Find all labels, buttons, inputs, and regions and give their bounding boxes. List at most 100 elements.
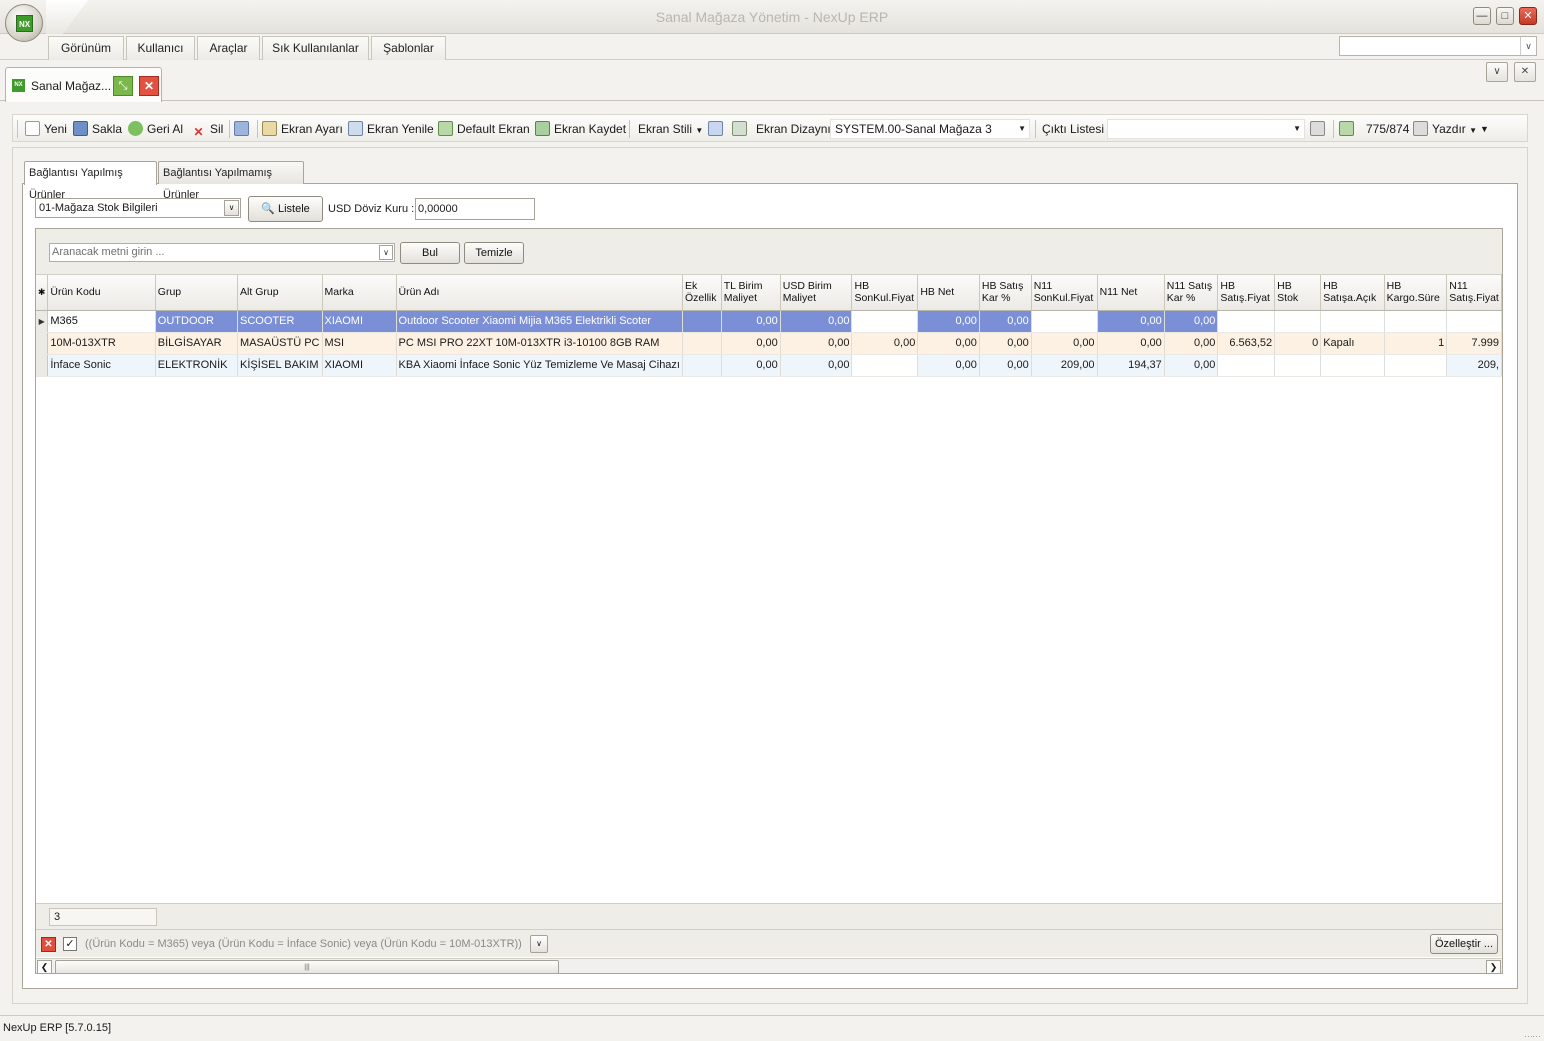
cell-hb-margin[interactable]: 0,00	[979, 354, 1032, 377]
cell-n11-net[interactable]: 0,00	[1097, 310, 1165, 333]
new-button[interactable]: Yeni	[25, 121, 67, 137]
horizontal-scrollbar[interactable]: ❮ ||| ❯	[36, 958, 1502, 973]
cell-group[interactable]: BİLGİSAYAR	[155, 332, 239, 355]
cell-hb-stock[interactable]	[1274, 310, 1322, 333]
table-row[interactable]: İnface Sonic ELEKTRONİK KİŞİSEL BAKIM XI…	[36, 354, 1502, 377]
col-header[interactable]: HB Stok	[1274, 275, 1322, 311]
undo-button[interactable]: Geri Al	[128, 121, 183, 137]
cell-n11-net[interactable]: 0,00	[1097, 332, 1165, 355]
cell-brand[interactable]: XIAOMI	[322, 354, 397, 377]
menu-sik-kullanilanlar[interactable]: Sık Kullanılanlar	[262, 36, 369, 60]
cell-group[interactable]: OUTDOOR	[155, 310, 239, 333]
row-indicator[interactable]	[36, 354, 49, 377]
cell-n11-last-price[interactable]: 209,00	[1031, 354, 1098, 377]
cell-extra[interactable]	[682, 354, 722, 377]
cell-n11-last-price[interactable]	[1031, 310, 1098, 333]
screen-design-combo[interactable]: SYSTEM.00-Sanal Mağaza 3 ▼	[830, 119, 1030, 139]
cell-code[interactable]: İnface Sonic	[47, 354, 156, 377]
col-header[interactable]: Ek Özellik	[682, 275, 722, 311]
tab-unlinked-products[interactable]: Bağlantısı Yapılmamış Ürünler	[158, 161, 304, 201]
col-header[interactable]: N11 Satış.Fiyat	[1446, 275, 1502, 311]
cell-n11-margin[interactable]: 0,00	[1164, 354, 1219, 377]
col-header[interactable]: USD Birim Maliyet	[780, 275, 853, 311]
menu-sablonlar[interactable]: Şablonlar	[371, 36, 446, 60]
cell-hb-stock[interactable]: 0	[1274, 332, 1322, 355]
cell-hb-price[interactable]: 6.563,52	[1217, 332, 1276, 355]
cell-tl-cost[interactable]: 0,00	[721, 354, 781, 377]
clear-filter-icon[interactable]: ✕	[41, 937, 56, 952]
minimize-button[interactable]: —	[1473, 7, 1491, 25]
cell-extra[interactable]	[682, 332, 722, 355]
menu-kullanici[interactable]: Kullanıcı	[126, 36, 195, 60]
col-header[interactable]: Ürün Adı	[396, 275, 683, 311]
find-input[interactable]: Aranacak metni girin ... ∨	[49, 243, 395, 262]
cell-n11-margin[interactable]: 0,00	[1164, 332, 1219, 355]
cell-hb-open[interactable]	[1320, 354, 1385, 377]
cell-n11-price[interactable]: 7.999	[1446, 332, 1502, 355]
menu-gorunum[interactable]: Görünüm	[48, 36, 124, 60]
cell-code[interactable]: M365	[47, 310, 156, 333]
col-header[interactable]: HB Kargo.Süre	[1384, 275, 1448, 311]
close-document-button[interactable]: ✕	[1514, 62, 1536, 82]
col-header[interactable]: TL Birim Maliyet	[721, 275, 781, 311]
navigate-button[interactable]	[1339, 121, 1358, 137]
chevron-down-icon[interactable]: ∨	[224, 200, 239, 216]
menu-araclar[interactable]: Araçlar	[197, 36, 260, 60]
row-indicator-icon[interactable]: ▶	[36, 310, 49, 333]
col-header[interactable]: N11 SonKul.Fiyat	[1031, 275, 1098, 311]
cell-n11-price[interactable]: 209,	[1446, 354, 1502, 377]
cell-group[interactable]: ELEKTRONİK	[155, 354, 239, 377]
scroll-thumb[interactable]: |||	[55, 960, 559, 973]
cell-usd-cost[interactable]: 0,00	[780, 354, 853, 377]
filter-enabled-checkbox[interactable]: ✓	[63, 937, 77, 951]
output-list-combo[interactable]: ▼	[1107, 119, 1305, 139]
cell-subgroup[interactable]: KİŞİSEL BAKIM	[237, 354, 323, 377]
col-header[interactable]: HB SonKul.Fiyat	[851, 275, 919, 311]
cell-hb-net[interactable]: 0,00	[917, 332, 980, 355]
maximize-button[interactable]: □	[1496, 7, 1514, 25]
cell-hb-cargo[interactable]	[1384, 354, 1448, 377]
screen-save-button[interactable]: Ekran Kaydet	[535, 121, 626, 137]
cell-code[interactable]: 10M-013XTR	[47, 332, 156, 355]
save-button[interactable]: Sakla	[73, 121, 122, 137]
col-header[interactable]: N11 Net	[1097, 275, 1165, 311]
cell-n11-margin[interactable]: 0,00	[1164, 310, 1219, 333]
cell-hb-last-price[interactable]	[851, 354, 919, 377]
cell-hb-margin[interactable]: 0,00	[979, 332, 1032, 355]
cell-hb-net[interactable]: 0,00	[917, 310, 980, 333]
col-header[interactable]: HB Satış.Fiyat	[1217, 275, 1276, 311]
print-preview-button[interactable]	[1310, 121, 1329, 137]
scroll-right-icon[interactable]: ❯	[1486, 960, 1501, 973]
cell-hb-open[interactable]	[1320, 310, 1385, 333]
cell-hb-price[interactable]	[1217, 354, 1276, 377]
copy-screen-button[interactable]	[234, 121, 253, 137]
col-header[interactable]: Grup	[155, 275, 239, 311]
cell-name[interactable]: KBA Xiaomi İnface Sonic Yüz Temizleme Ve…	[396, 354, 683, 377]
close-window-button[interactable]: ✕	[1519, 7, 1537, 25]
col-header[interactable]: N11 Satış Kar %	[1164, 275, 1219, 311]
col-header[interactable]: HB Net	[917, 275, 980, 311]
col-header[interactable]: Alt Grup	[237, 275, 323, 311]
menu-search-combo[interactable]: ∨	[1339, 36, 1537, 56]
screen-style-dropdown[interactable]: Ekran Stili ▼	[638, 121, 703, 137]
chevron-down-icon[interactable]: ∨	[379, 245, 393, 260]
cell-brand[interactable]: XIAOMI	[322, 310, 397, 333]
find-button[interactable]: Bul	[400, 242, 460, 264]
screen-settings-button[interactable]: Ekran Ayarı	[262, 121, 343, 137]
clear-button[interactable]: Temizle	[464, 242, 524, 264]
cell-subgroup[interactable]: SCOOTER	[237, 310, 323, 333]
table-row[interactable]: 10M-013XTR BİLGİSAYAR MASAÜSTÜ PC MSI PC…	[36, 332, 1502, 355]
col-header[interactable]: HB Satış Kar %	[979, 275, 1032, 311]
customize-button[interactable]: Özelleştir ...	[1430, 934, 1498, 954]
screen-refresh-button[interactable]: Ekran Yenile	[348, 121, 434, 137]
cell-hb-stock[interactable]	[1274, 354, 1322, 377]
col-header[interactable]: HB Satışa.Açık	[1320, 275, 1385, 311]
cell-tl-cost[interactable]: 0,00	[721, 332, 781, 355]
chevron-down-icon[interactable]: ∨	[1520, 37, 1536, 55]
cell-hb-open[interactable]: Kapalı	[1320, 332, 1385, 355]
import-button[interactable]	[732, 121, 751, 137]
cell-hb-cargo[interactable]: 1	[1384, 332, 1448, 355]
cell-subgroup[interactable]: MASAÜSTÜ PC	[237, 332, 323, 355]
col-header[interactable]: Ürün Kodu	[47, 275, 156, 311]
table-row[interactable]: ▶ M365 OUTDOOR SCOOTER XIAOMI Outdoor Sc…	[36, 310, 1502, 333]
